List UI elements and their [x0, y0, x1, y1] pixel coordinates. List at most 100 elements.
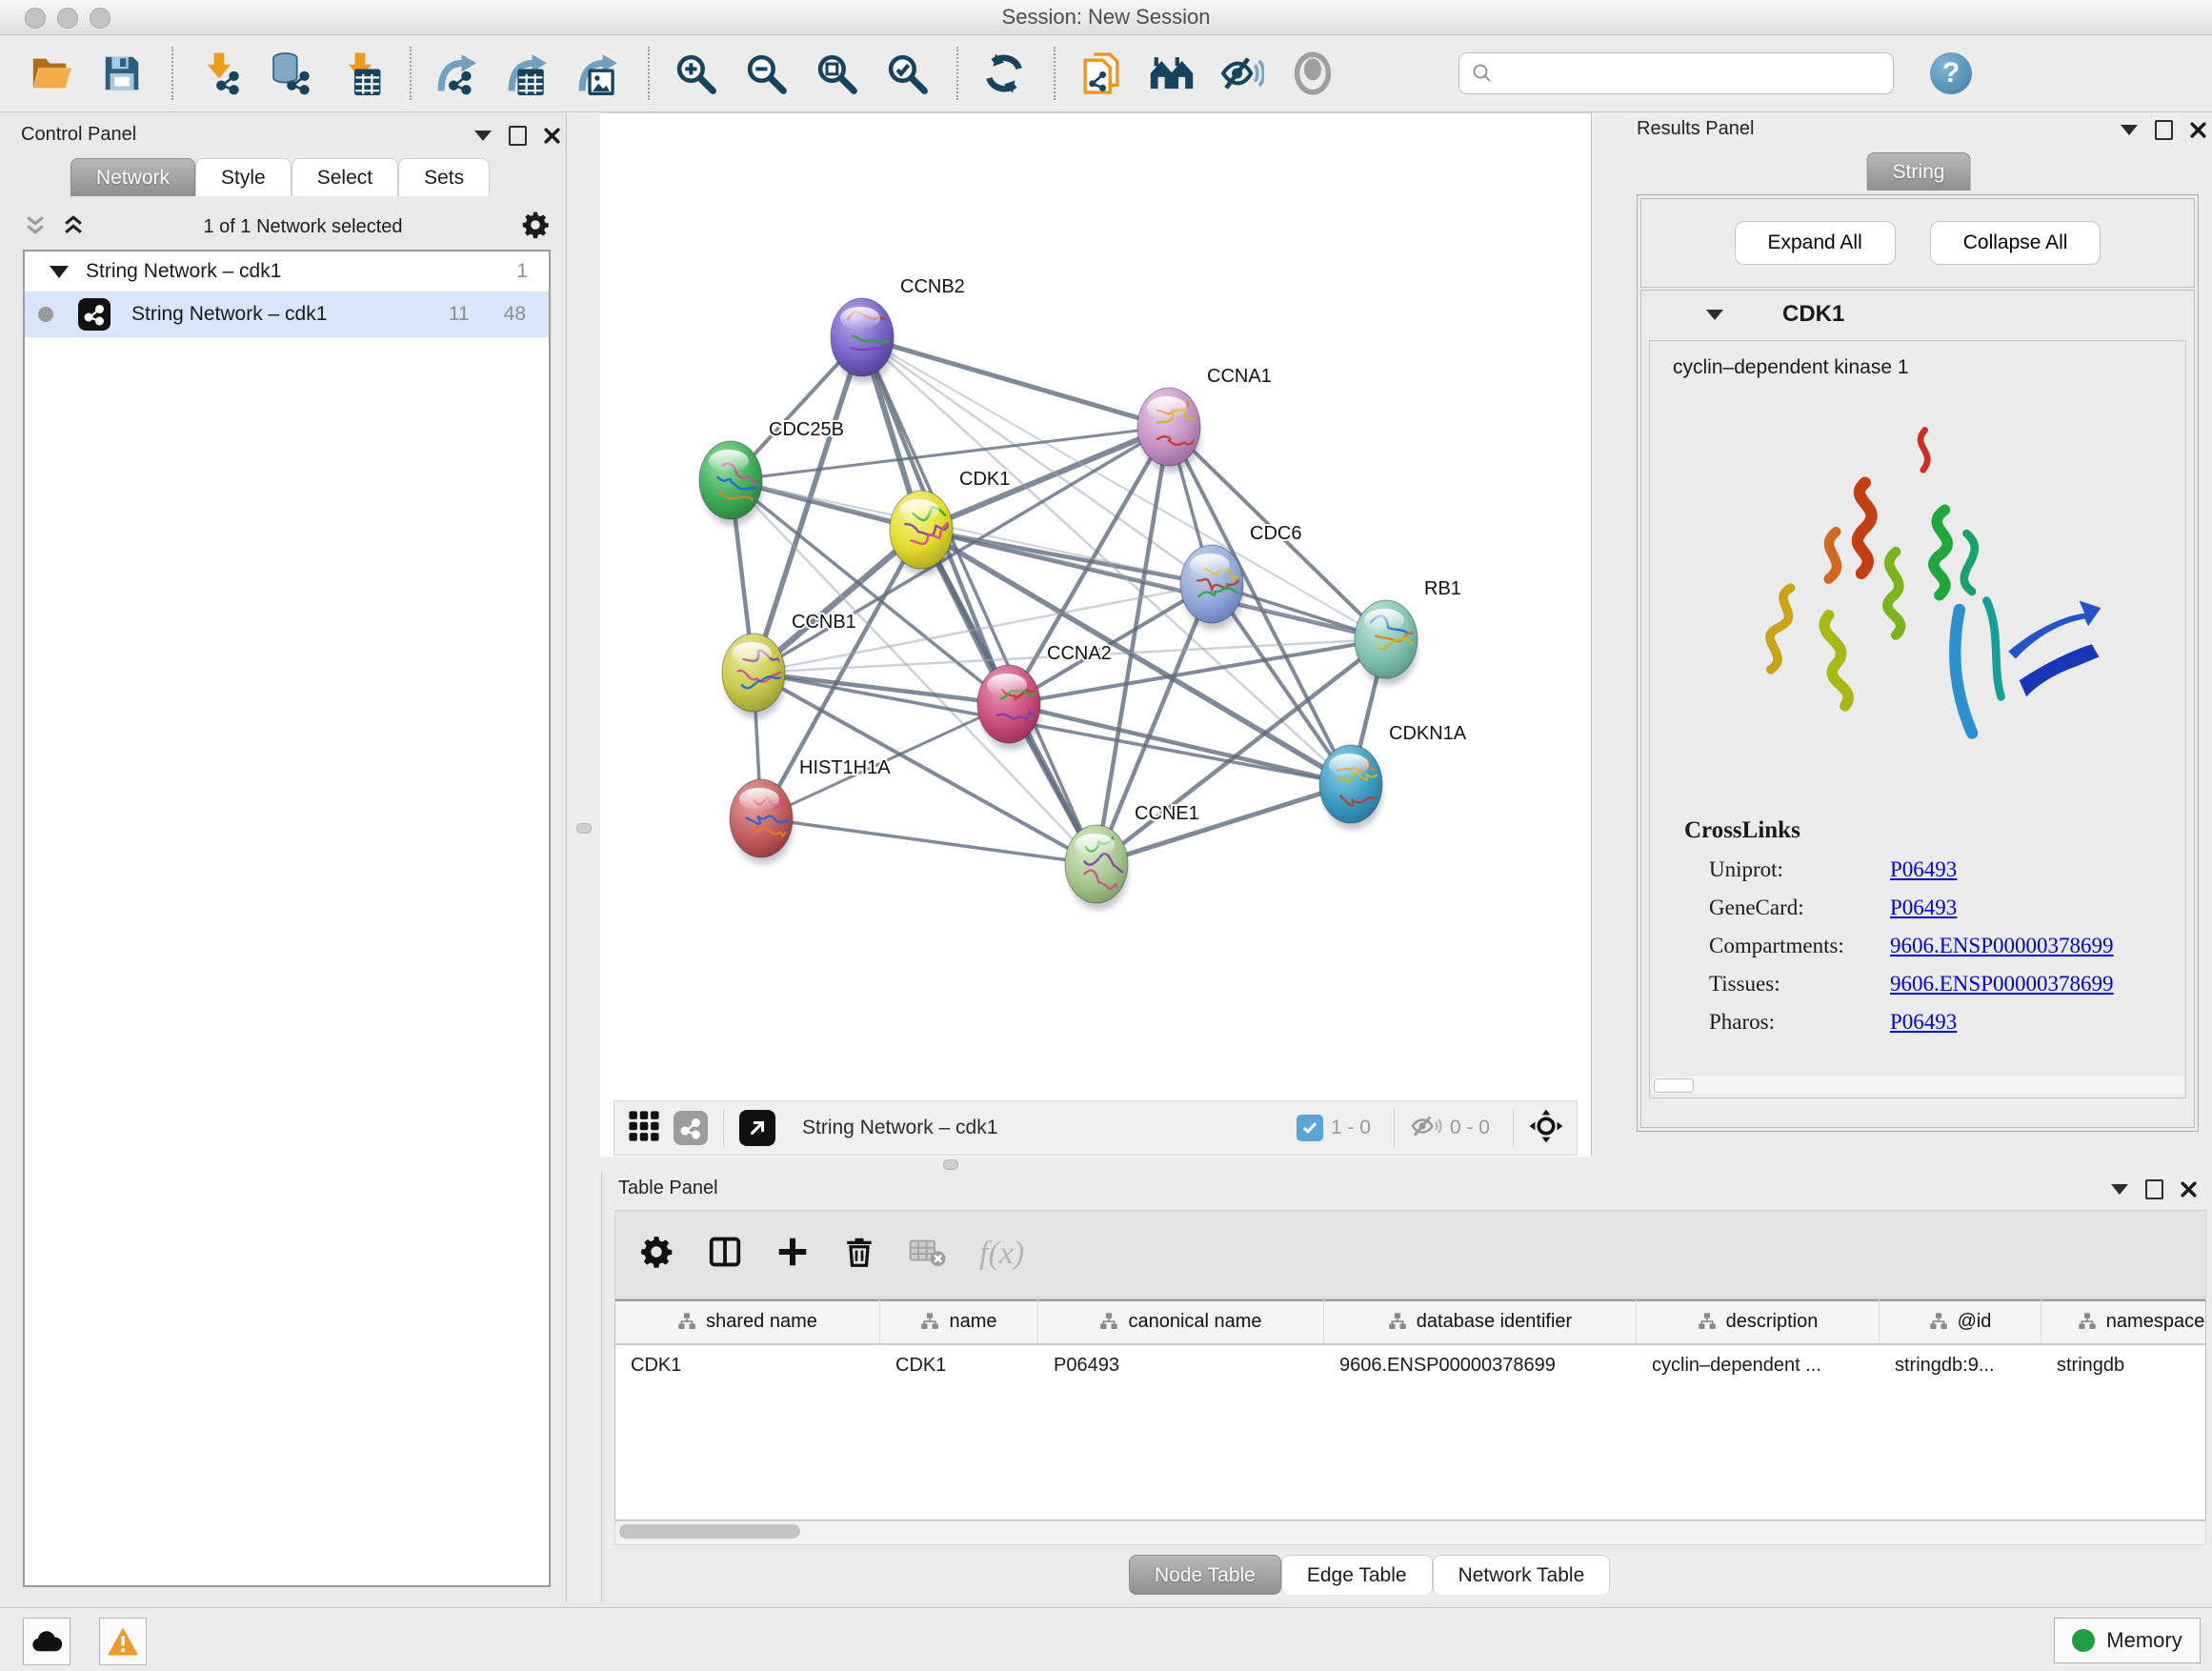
crosslink-link[interactable]: 9606.ENSP00000378699: [1890, 972, 2114, 997]
open-session-icon[interactable]: [27, 49, 76, 98]
column-header-database-identifier[interactable]: database identifier: [1324, 1299, 1637, 1343]
panel-float-icon[interactable]: [509, 126, 527, 146]
table-cell[interactable]: CDK1: [880, 1345, 1038, 1385]
tab-string-results[interactable]: String: [1867, 152, 1971, 191]
hide-unhide-eye-icon[interactable]: [1217, 49, 1267, 98]
save-session-icon[interactable]: [97, 49, 147, 98]
network-edge-CCNB2-CCNE1[interactable]: [862, 337, 1096, 864]
vertical-splitter-left[interactable]: [566, 112, 602, 1602]
scrollbar-thumb[interactable]: [1654, 1078, 1694, 1093]
expand-all-chevron-icon[interactable]: [61, 212, 86, 242]
copy-network-documents-icon[interactable]: [1076, 49, 1126, 98]
table-cell[interactable]: stringdb: [2041, 1345, 2206, 1385]
column-header--id[interactable]: @id: [1880, 1299, 2041, 1343]
zoom-selected-icon[interactable]: [882, 49, 932, 98]
panel-menu-icon[interactable]: [2111, 1184, 2128, 1195]
export-table-icon[interactable]: [503, 49, 553, 98]
horizontal-splitter[interactable]: [600, 1157, 2212, 1172]
warning-button[interactable]: [99, 1618, 147, 1665]
table-cell[interactable]: stringdb:9...: [1880, 1345, 2041, 1385]
panel-menu-icon[interactable]: [2121, 125, 2138, 135]
tab-select[interactable]: Select: [292, 158, 398, 196]
fit-selected-crosshair-icon[interactable]: [1529, 1109, 1563, 1148]
tab-edge-table[interactable]: Edge Table: [1281, 1555, 1433, 1595]
splitter-grip[interactable]: [943, 1159, 958, 1170]
network-node-RB1[interactable]: RB1: [1355, 578, 1461, 685]
panel-close-icon[interactable]: [2181, 1181, 2197, 1198]
network-collection-row[interactable]: String Network – cdk1 1: [25, 252, 549, 292]
column-header-shared-name[interactable]: shared name: [615, 1299, 880, 1343]
tab-network-table[interactable]: Network Table: [1433, 1555, 1611, 1595]
network-edge-CCNB2-CCNA1[interactable]: [862, 337, 1169, 427]
node-entry-header[interactable]: CDK1: [1641, 291, 2194, 338]
results-horizontal-scrollbar[interactable]: [1652, 1077, 2183, 1094]
import-table-file-icon[interactable]: [335, 49, 385, 98]
selected-checkbox-icon[interactable]: [1297, 1115, 1323, 1141]
network-edge-CDKN1A-CCNE1[interactable]: [1096, 784, 1351, 864]
entry-expander-icon[interactable]: [1706, 310, 1723, 320]
tab-style[interactable]: Style: [195, 158, 292, 196]
column-header-canonical-name[interactable]: canonical name: [1038, 1299, 1324, 1343]
tab-network[interactable]: Network: [70, 158, 195, 196]
collection-expander-icon[interactable]: [50, 266, 69, 278]
collapse-all-button[interactable]: Collapse All: [1930, 221, 2101, 265]
expand-all-button[interactable]: Expand All: [1735, 221, 1896, 265]
network-edge-CCNB2-RB1[interactable]: [862, 337, 1386, 639]
tab-sets[interactable]: Sets: [398, 158, 490, 196]
zoom-out-icon[interactable]: [741, 49, 791, 98]
network-edge-CCNA2-CDKN1A[interactable]: [1009, 704, 1351, 784]
column-header-namespace[interactable]: namespace: [2041, 1299, 2206, 1343]
show-columns-icon[interactable]: [707, 1234, 743, 1275]
splitter-grip[interactable]: [576, 823, 592, 834]
birds-eye-grid-icon[interactable]: [628, 1110, 660, 1147]
add-column-icon[interactable]: [775, 1235, 810, 1274]
column-header-name[interactable]: name: [880, 1299, 1038, 1343]
panel-close-icon[interactable]: [2190, 122, 2206, 138]
panel-close-icon[interactable]: [544, 128, 560, 144]
table-cell[interactable]: P06493: [1038, 1345, 1324, 1385]
export-network-icon[interactable]: [432, 49, 482, 98]
network-row-selected[interactable]: String Network – cdk1 11 48: [25, 292, 549, 337]
help-icon[interactable]: ?: [1930, 52, 1972, 94]
search-box[interactable]: [1458, 52, 1894, 94]
table-row[interactable]: CDK1CDK1P064939606.ENSP00000378699cyclin…: [615, 1345, 2205, 1385]
network-node-CDC25B[interactable]: CDC25B: [699, 419, 844, 526]
panel-menu-icon[interactable]: [474, 131, 492, 141]
tab-node-table[interactable]: Node Table: [1129, 1555, 1281, 1595]
crosslink-link[interactable]: P06493: [1890, 896, 1957, 920]
table-options-gear-icon[interactable]: [638, 1234, 674, 1275]
column-header-description[interactable]: description: [1637, 1299, 1880, 1343]
vertical-splitter-right[interactable]: [1591, 112, 1627, 1157]
import-network-file-icon[interactable]: [194, 49, 244, 98]
string-view-icon[interactable]: [674, 1111, 708, 1145]
network-node-HIST1H1A[interactable]: HIST1H1A: [730, 757, 891, 864]
crosslink-link[interactable]: 9606.ENSP00000378699: [1890, 934, 2114, 958]
table-cell[interactable]: CDK1: [615, 1345, 880, 1385]
network-edge-CCNB1-CCNA2[interactable]: [754, 673, 1009, 704]
zoom-in-icon[interactable]: [671, 49, 720, 98]
network-canvas[interactable]: CCNB2CCNA1CDC25BCDK1CDC6RB1CCNB1CCNA2CDK…: [600, 126, 1591, 1098]
crosslink-link[interactable]: P06493: [1890, 857, 1957, 882]
zoom-fit-icon[interactable]: [812, 49, 861, 98]
delete-column-trash-icon[interactable]: [842, 1235, 876, 1274]
network-list-options-gear-icon[interactable]: [520, 210, 551, 245]
houses-icon[interactable]: [1147, 49, 1196, 98]
table-cell[interactable]: 9606.ENSP00000378699: [1324, 1345, 1637, 1385]
table-cell[interactable]: cyclin–dependent ...: [1637, 1345, 1880, 1385]
search-input[interactable]: [1494, 56, 1893, 91]
network-node-CCNB2[interactable]: CCNB2: [831, 276, 965, 383]
apply-layout-icon[interactable]: [979, 49, 1029, 98]
panel-float-icon[interactable]: [2145, 1179, 2163, 1199]
cloud-status-button[interactable]: [23, 1618, 70, 1665]
crosslink-link[interactable]: P06493: [1890, 1010, 1957, 1035]
collapse-all-chevron-icon[interactable]: [23, 212, 48, 242]
scrollbar-thumb[interactable]: [619, 1524, 800, 1539]
network-node-CCNA1[interactable]: CCNA1: [1137, 366, 1272, 473]
network-node-CDKN1A[interactable]: CDKN1A: [1319, 723, 1467, 830]
import-network-database-icon[interactable]: [265, 49, 314, 98]
table-horizontal-scrollbar[interactable]: [614, 1520, 2206, 1545]
export-image-icon[interactable]: [573, 49, 623, 98]
network-edge-HIST1H1A-CCNE1[interactable]: [761, 818, 1096, 864]
network-node-CCNE1[interactable]: CCNE1: [1065, 803, 1199, 910]
memory-button[interactable]: Memory: [2054, 1618, 2201, 1663]
